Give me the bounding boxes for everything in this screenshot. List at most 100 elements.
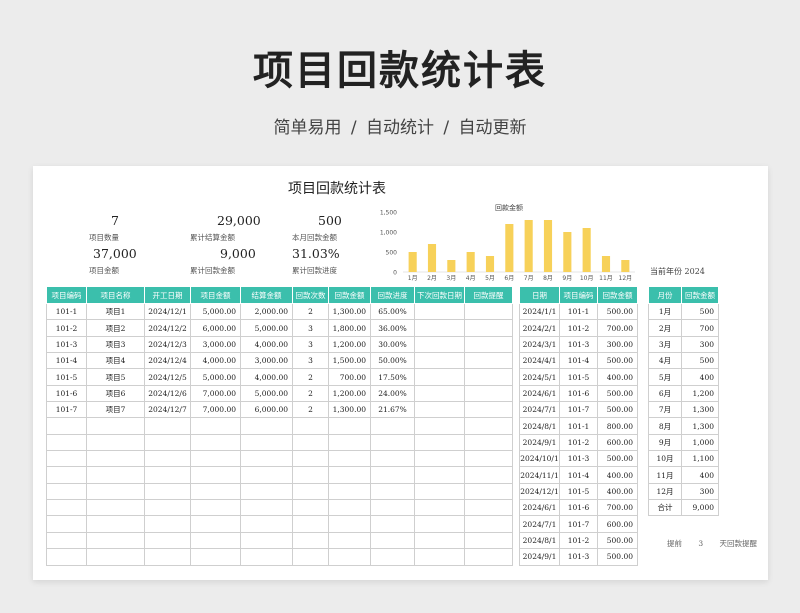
project-table-cell[interactable] xyxy=(144,482,191,501)
project-table-cell[interactable] xyxy=(240,515,293,533)
project-table-cell[interactable] xyxy=(328,531,371,550)
project-table-cell[interactable]: 101-1 xyxy=(46,302,87,321)
project-table-cell[interactable] xyxy=(414,466,465,484)
project-table-cell[interactable] xyxy=(190,531,241,550)
project-table-cell[interactable]: 2,000.00 xyxy=(240,302,293,321)
payment-table-cell[interactable]: 2024/6/1 xyxy=(519,384,560,403)
project-table-cell[interactable] xyxy=(328,417,371,435)
project-table-cell[interactable]: 2024/12/7 xyxy=(144,401,191,419)
payment-table-cell[interactable]: 600.00 xyxy=(597,433,638,452)
payment-table-cell[interactable]: 101-7 xyxy=(559,401,598,419)
project-table-header-cell[interactable]: 回款金额 xyxy=(328,286,371,304)
project-table-cell[interactable] xyxy=(144,548,191,566)
project-table-cell[interactable] xyxy=(86,531,145,550)
project-table-cell[interactable] xyxy=(464,335,513,354)
month-table-cell[interactable]: 8月 xyxy=(648,417,682,435)
payment-table-cell[interactable]: 101-2 xyxy=(559,531,598,550)
payment-table-header-cell[interactable]: 回款金额 xyxy=(597,286,638,304)
month-table-cell[interactable]: 700 xyxy=(681,319,719,337)
project-table-cell[interactable] xyxy=(464,401,513,419)
project-table-cell[interactable] xyxy=(46,433,87,452)
project-table-cell[interactable]: 5,000.00 xyxy=(190,302,241,321)
project-table-header-cell[interactable]: 开工日期 xyxy=(144,286,191,304)
payment-table-cell[interactable]: 2024/1/1 xyxy=(519,302,560,321)
project-table-cell[interactable]: 项目1 xyxy=(86,302,145,321)
month-table-header-cell[interactable]: 回款金额 xyxy=(681,286,719,304)
project-table-cell[interactable] xyxy=(46,466,87,484)
project-table-cell[interactable] xyxy=(464,466,513,484)
month-table-cell[interactable]: 1,300 xyxy=(681,417,719,435)
project-table-cell[interactable] xyxy=(144,515,191,533)
project-table-cell[interactable]: 项目3 xyxy=(86,335,145,354)
payment-table-cell[interactable]: 600.00 xyxy=(597,515,638,533)
project-table-cell[interactable] xyxy=(328,433,371,452)
project-table-cell[interactable] xyxy=(464,417,513,435)
payment-table-cell[interactable]: 101-7 xyxy=(559,515,598,533)
month-table-cell[interactable]: 合计 xyxy=(648,499,682,517)
project-table-cell[interactable]: 1,300.00 xyxy=(328,401,371,419)
month-table-cell[interactable]: 400 xyxy=(681,466,719,484)
project-table-cell[interactable] xyxy=(414,368,465,386)
project-table-cell[interactable]: 3 xyxy=(292,335,329,354)
project-table-cell[interactable]: 6,000.00 xyxy=(190,319,241,337)
chart-bar[interactable] xyxy=(466,252,475,272)
month-table-cell[interactable]: 1,100 xyxy=(681,450,719,468)
project-table-cell[interactable]: 1,500.00 xyxy=(328,352,371,370)
month-table-cell[interactable]: 4月 xyxy=(648,352,682,370)
project-table-cell[interactable] xyxy=(414,548,465,566)
payment-table-cell[interactable]: 500.00 xyxy=(597,302,638,321)
project-table-cell[interactable] xyxy=(86,515,145,533)
project-table-cell[interactable]: 1,300.00 xyxy=(328,302,371,321)
payment-table-header-cell[interactable]: 项目编码 xyxy=(559,286,598,304)
project-table-cell[interactable] xyxy=(144,466,191,484)
project-table-cell[interactable] xyxy=(240,417,293,435)
project-table-cell[interactable]: 3,000.00 xyxy=(240,352,293,370)
project-table-cell[interactable]: 101-5 xyxy=(46,368,87,386)
payment-table-cell[interactable]: 101-5 xyxy=(559,368,598,386)
project-table-cell[interactable] xyxy=(414,515,465,533)
payment-table-cell[interactable]: 101-3 xyxy=(559,335,598,354)
payment-table-cell[interactable]: 2024/6/1 xyxy=(519,499,560,517)
month-table-cell[interactable]: 6月 xyxy=(648,384,682,403)
project-table-cell[interactable]: 2024/12/2 xyxy=(144,319,191,337)
payment-table-cell[interactable]: 101-6 xyxy=(559,384,598,403)
project-table-cell[interactable]: 101-4 xyxy=(46,352,87,370)
project-table-cell[interactable] xyxy=(328,466,371,484)
month-table-cell[interactable]: 500 xyxy=(681,352,719,370)
project-table-cell[interactable]: 1,200.00 xyxy=(328,335,371,354)
project-table-cell[interactable] xyxy=(328,548,371,566)
payment-table-cell[interactable]: 700.00 xyxy=(597,319,638,337)
project-table-cell[interactable]: 50.00% xyxy=(370,352,415,370)
project-table-cell[interactable] xyxy=(46,499,87,517)
project-table-cell[interactable] xyxy=(46,548,87,566)
payment-table-cell[interactable]: 2024/8/1 xyxy=(519,417,560,435)
project-table-cell[interactable]: 2 xyxy=(292,368,329,386)
project-table-cell[interactable] xyxy=(328,515,371,533)
month-table-cell[interactable]: 10月 xyxy=(648,450,682,468)
project-table-cell[interactable] xyxy=(328,499,371,517)
project-table-cell[interactable]: 2 xyxy=(292,384,329,403)
project-table-cell[interactable]: 700.00 xyxy=(328,368,371,386)
project-table-cell[interactable]: 4,000.00 xyxy=(240,368,293,386)
project-table-cell[interactable] xyxy=(464,352,513,370)
payment-table-cell[interactable]: 101-3 xyxy=(559,548,598,566)
project-table-cell[interactable]: 101-2 xyxy=(46,319,87,337)
payment-table-cell[interactable]: 500.00 xyxy=(597,352,638,370)
project-table-cell[interactable] xyxy=(86,433,145,452)
project-table-cell[interactable] xyxy=(414,401,465,419)
payment-table-cell[interactable]: 101-5 xyxy=(559,482,598,501)
project-table-cell[interactable] xyxy=(46,515,87,533)
payment-table-cell[interactable]: 2024/8/1 xyxy=(519,531,560,550)
project-table-cell[interactable] xyxy=(464,499,513,517)
chart-bar[interactable] xyxy=(563,232,572,272)
project-table-cell[interactable]: 30.00% xyxy=(370,335,415,354)
project-table-header-cell[interactable]: 回款提醒 xyxy=(464,286,513,304)
project-table-cell[interactable] xyxy=(292,515,329,533)
project-table-cell[interactable] xyxy=(328,450,371,468)
project-table-cell[interactable] xyxy=(464,450,513,468)
project-table-cell[interactable] xyxy=(190,548,241,566)
payment-table-cell[interactable]: 101-4 xyxy=(559,352,598,370)
project-table-cell[interactable] xyxy=(414,531,465,550)
month-table-cell[interactable]: 300 xyxy=(681,482,719,501)
project-table-cell[interactable] xyxy=(464,515,513,533)
